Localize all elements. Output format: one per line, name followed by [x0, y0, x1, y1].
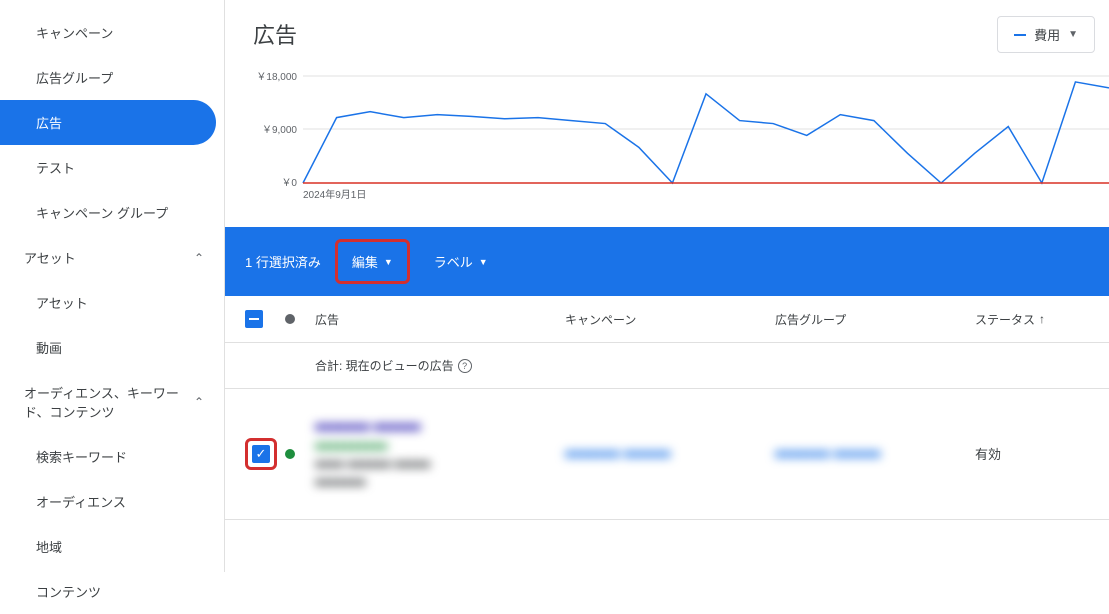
chart-area[interactable]: ￥18,000 ￥9,000 ￥0 2024年9月1日	[225, 66, 1109, 221]
label-button[interactable]: ラベル ▼	[424, 246, 498, 277]
chevron-down-icon: ▼	[479, 257, 488, 267]
y-tick-9000: ￥9,000	[262, 125, 297, 136]
select-all-checkbox[interactable]	[245, 310, 263, 328]
status-dot-icon	[285, 314, 295, 324]
sidebar-item-keywords[interactable]: 検索キーワード	[0, 434, 224, 479]
summary-row: 合計: 現在のビューの広告 ?	[225, 343, 1109, 389]
ad-cell[interactable]: ■■■■■■■ ■■■■■■ ■■■■■■■■■■ ■■■■ ■■■■■■ ■■…	[315, 417, 565, 491]
metric-color-indicator	[1014, 34, 1026, 36]
chart-svg: ￥18,000 ￥9,000 ￥0 2024年9月1日	[225, 66, 1109, 221]
sidebar-item-campaigns[interactable]: キャンペーン	[0, 10, 224, 55]
chevron-up-icon: ⌃	[194, 251, 204, 265]
summary-label: 合計: 現在のビューの広告	[315, 357, 454, 374]
sidebar-item-test[interactable]: テスト	[0, 145, 224, 190]
selection-count: 1 行選択済み	[245, 252, 321, 271]
table-header-row: 広告 キャンペーン 広告グループ ステータス ↑	[225, 296, 1109, 343]
adgroup-cell[interactable]: ■■■■■■■ ■■■■■■	[775, 446, 975, 461]
header-ad[interactable]: 広告	[315, 311, 565, 328]
sidebar-item-adgroups[interactable]: 広告グループ	[0, 55, 224, 100]
sidebar-item-campaign-groups[interactable]: キャンペーン グループ	[0, 190, 224, 235]
chevron-up-icon: ⌃	[194, 395, 204, 409]
header-adgroup[interactable]: 広告グループ	[775, 311, 975, 328]
row-checkbox-highlight: ✓	[245, 438, 277, 470]
sidebar-item-asset[interactable]: アセット	[0, 280, 224, 325]
metric-dropdown[interactable]: 費用 ▼	[997, 16, 1095, 53]
table: 広告 キャンペーン 広告グループ ステータス ↑ 合計: 現在のビューの広告 ?	[225, 296, 1109, 572]
edit-button-label: 編集	[352, 252, 378, 271]
header-status-dot-cell	[285, 314, 315, 324]
sidebar-section-audience-label: オーディエンス、キーワード、コンテンツ	[24, 383, 184, 421]
y-tick-0: ￥0	[281, 178, 297, 189]
header-status[interactable]: ステータス ↑	[975, 311, 1065, 328]
campaign-cell[interactable]: ■■■■■■■ ■■■■■■	[565, 446, 775, 461]
row-checkbox[interactable]: ✓	[252, 445, 270, 463]
status-dot-enabled-icon	[285, 449, 295, 459]
page-title: 広告	[225, 0, 1109, 66]
sort-ascending-icon: ↑	[1039, 312, 1045, 326]
sidebar: キャンペーン 広告グループ 広告 テスト キャンペーン グループ アセット ⌃ …	[0, 0, 225, 572]
table-row: ✓ ■■■■■■■ ■■■■■■ ■■■■■■■■■■ ■■■■ ■■■■■■ …	[225, 389, 1109, 520]
metric-dropdown-label: 費用	[1034, 25, 1060, 44]
sidebar-item-audience[interactable]: オーディエンス	[0, 479, 224, 524]
action-bar: 1 行選択済み 編集 ▼ ラベル ▼	[225, 227, 1109, 296]
chevron-down-icon: ▼	[384, 257, 393, 267]
chevron-down-icon: ▼	[1068, 29, 1078, 40]
sidebar-section-asset-label: アセット	[24, 248, 76, 267]
sidebar-item-ads[interactable]: 広告	[0, 100, 216, 145]
chart-container: 費用 ▼ ￥18,000 ￥9,000 ￥0 2024年9月1日	[225, 66, 1109, 221]
label-button-label: ラベル	[434, 252, 473, 271]
y-tick-18000: ￥18,000	[256, 72, 297, 83]
help-icon[interactable]: ?	[458, 359, 472, 373]
sidebar-item-content[interactable]: コンテンツ	[0, 569, 224, 614]
status-cell: 有効	[975, 444, 1065, 463]
edit-button[interactable]: 編集 ▼	[335, 239, 410, 284]
main-content: 広告 費用 ▼ ￥18,000 ￥9,000 ￥0 2024年9月1日 1 行選…	[225, 0, 1109, 572]
sidebar-section-asset[interactable]: アセット ⌃	[0, 235, 224, 280]
header-status-label: ステータス	[975, 311, 1035, 328]
sidebar-item-video[interactable]: 動画	[0, 325, 224, 370]
x-start-label: 2024年9月1日	[303, 188, 366, 201]
header-checkbox-cell	[245, 310, 285, 328]
sidebar-section-audience[interactable]: オーディエンス、キーワード、コンテンツ ⌃	[0, 370, 224, 434]
header-campaign[interactable]: キャンペーン	[565, 311, 775, 328]
sidebar-item-geo[interactable]: 地域	[0, 524, 224, 569]
